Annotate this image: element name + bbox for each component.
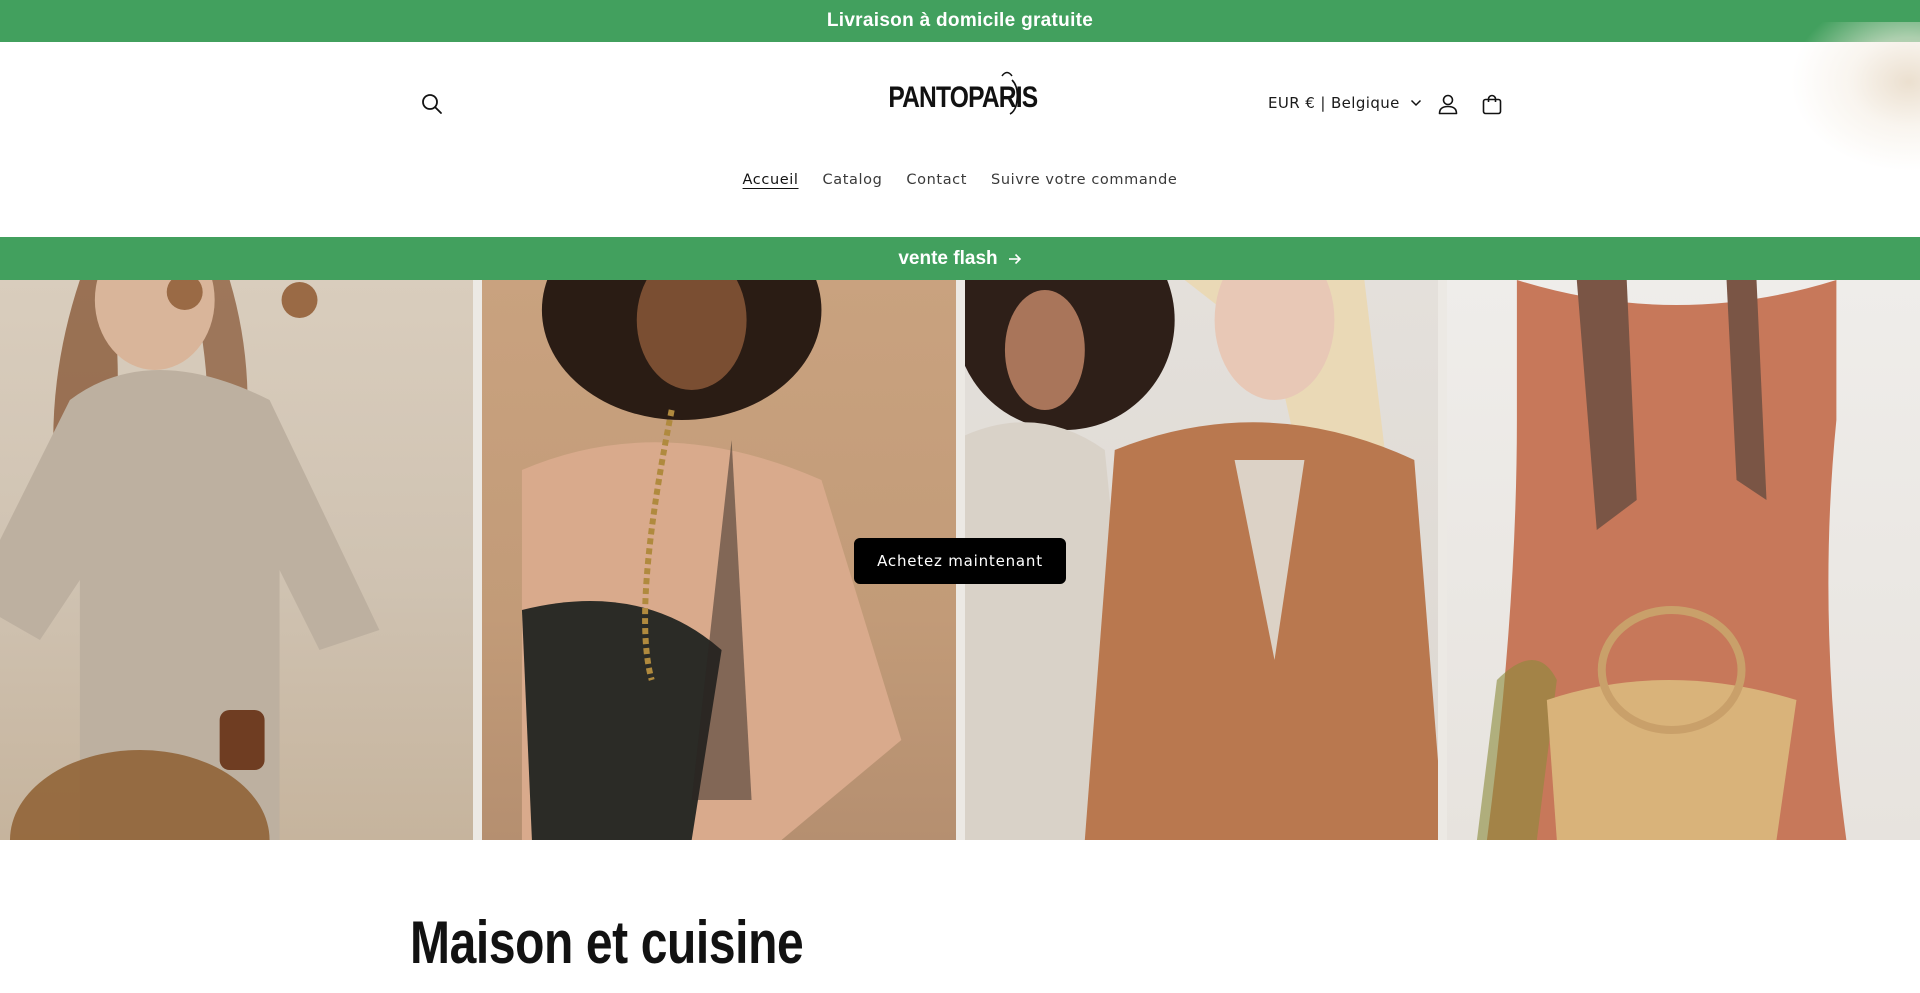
announcement-text: Livraison à domicile gratuite bbox=[826, 10, 1094, 31]
main-nav: Accueil Catalog Contact Suivre votre com… bbox=[0, 160, 1920, 200]
flash-sale-bar[interactable]: vente flash bbox=[0, 237, 1920, 280]
search-icon bbox=[422, 94, 442, 114]
chevron-down-icon bbox=[1410, 99, 1421, 107]
user-icon bbox=[1438, 94, 1458, 115]
store-logo[interactable]: PANTOPARIS bbox=[889, 68, 1038, 128]
site-header: PANTOPARIS EUR € | Belgique Accueil Cata… bbox=[0, 22, 1920, 237]
search-button[interactable] bbox=[410, 82, 454, 126]
account-button[interactable] bbox=[1426, 82, 1470, 126]
section-title: Maison et cuisine bbox=[410, 909, 804, 976]
arrow-right-icon bbox=[1008, 253, 1021, 264]
announcement-bar: Livraison à domicile gratuite bbox=[0, 0, 1920, 42]
nav-item-contact[interactable]: Contact bbox=[906, 166, 967, 194]
nav-item-order-tracking[interactable]: Suivre votre commande bbox=[991, 166, 1177, 194]
currency-selector[interactable]: EUR € | Belgique bbox=[1268, 88, 1422, 118]
nav-item-catalog[interactable]: Catalog bbox=[823, 166, 883, 194]
hero-image-1 bbox=[0, 280, 474, 840]
logo-mark-icon bbox=[1001, 71, 1019, 115]
flash-sale-label: vente flash bbox=[898, 247, 998, 269]
nav-item-accueil[interactable]: Accueil bbox=[743, 166, 799, 194]
bag-icon bbox=[1482, 94, 1502, 115]
decorative-glow bbox=[1790, 22, 1920, 172]
hero-image-4 bbox=[1446, 280, 1920, 840]
currency-label: EUR € | Belgique bbox=[1268, 94, 1400, 112]
cart-button[interactable] bbox=[1470, 82, 1514, 126]
shop-now-button[interactable]: Achetez maintenant bbox=[854, 538, 1066, 584]
